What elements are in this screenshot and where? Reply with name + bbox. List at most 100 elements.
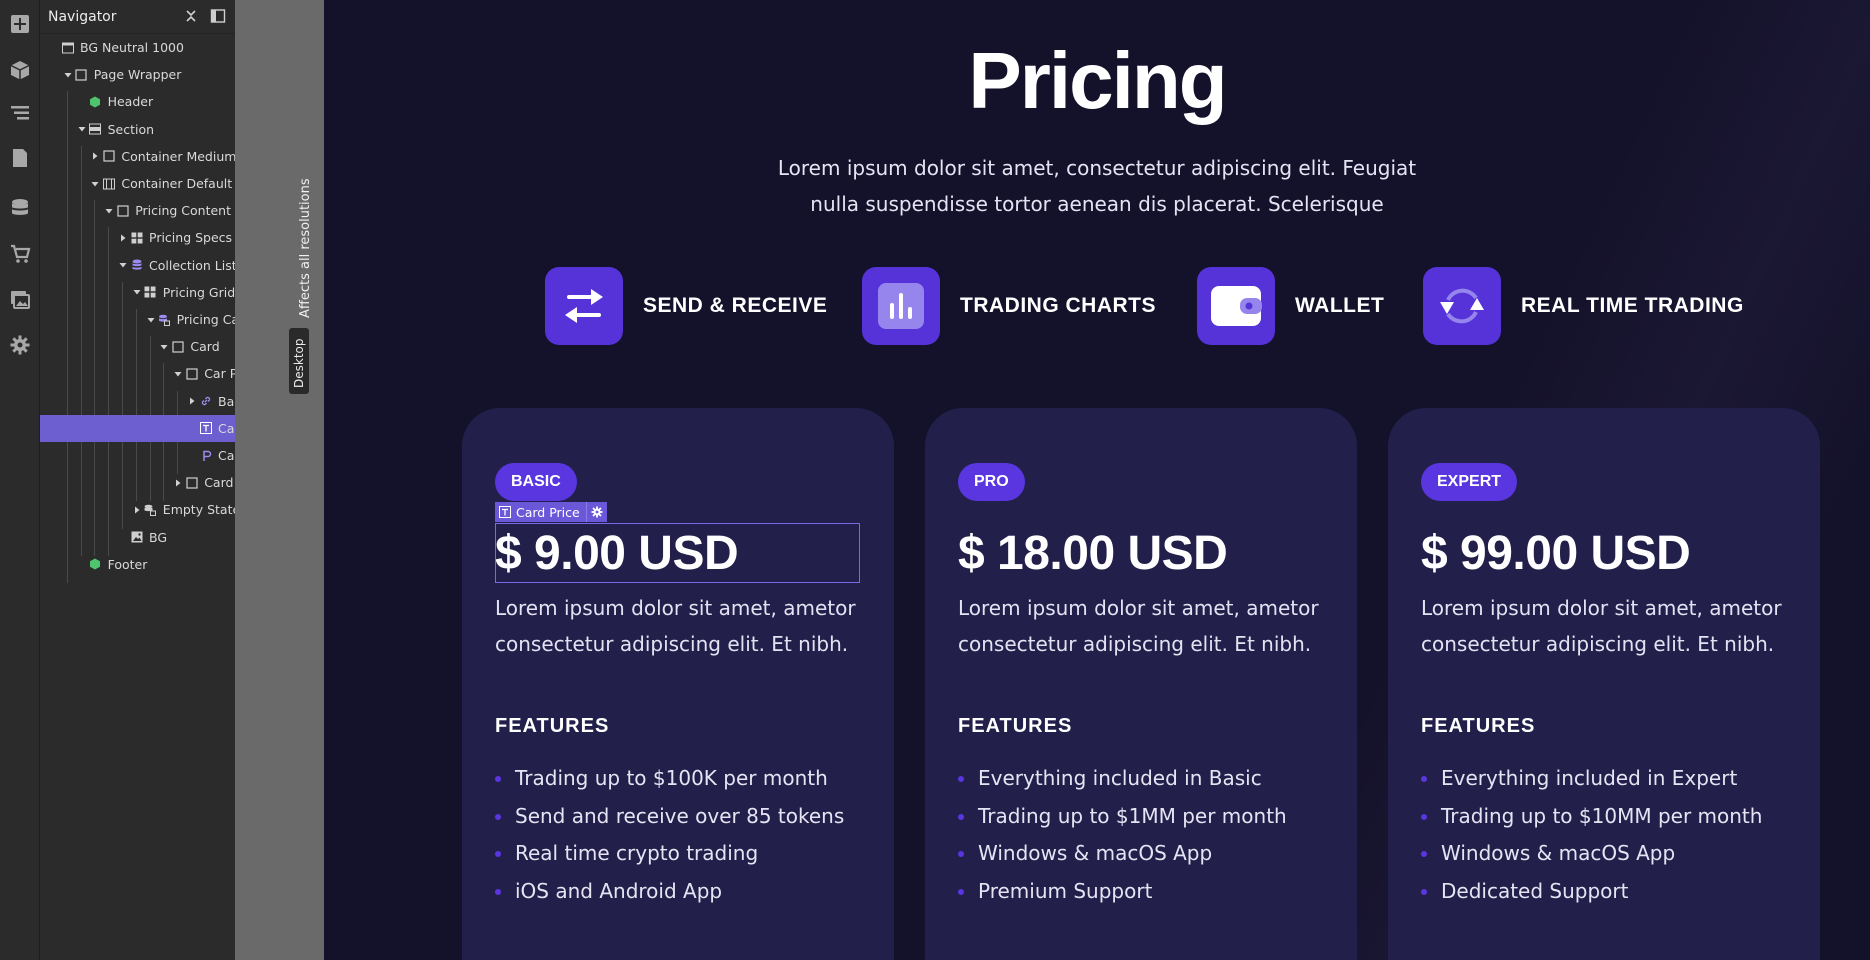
tree-item-label: Pricing Card [176, 312, 235, 327]
chevron-down-icon[interactable] [132, 287, 142, 297]
tree-item[interactable]: Car Pric [40, 360, 235, 387]
div-icon [171, 340, 184, 353]
tree-item[interactable]: Container Medium 66 [40, 143, 235, 170]
components-button[interactable] [0, 50, 39, 90]
chevron-down-icon[interactable] [90, 179, 100, 189]
list-item: Everything included in Expert [1421, 760, 1762, 798]
tree-item[interactable]: Section [40, 116, 235, 143]
chevron-right-icon[interactable] [173, 478, 183, 488]
images-icon [10, 291, 30, 309]
tree-item[interactable]: Pricing Card [40, 306, 235, 333]
tree-item-label: Pricing Grid [162, 284, 235, 300]
tree-item[interactable]: Container Default [40, 170, 235, 197]
chevron-down-icon[interactable] [173, 369, 183, 379]
list-item: Trading up to $1MM per month [958, 798, 1287, 836]
symbol-icon [89, 95, 102, 108]
tree-item-label: Card [218, 448, 235, 463]
container-icon [102, 177, 115, 190]
grid-icon [130, 231, 143, 244]
list-item: Everything included in Basic [958, 760, 1287, 798]
feature-wallet: WALLET [1197, 267, 1384, 345]
tree-item-label: BG [149, 529, 168, 545]
chevron-down-icon[interactable] [104, 206, 114, 216]
list-item: Windows & macOS App [1421, 835, 1762, 873]
navigator-header: Navigator [40, 0, 235, 34]
tree-item[interactable]: Card [40, 333, 235, 360]
tree-item[interactable]: Card [40, 442, 235, 469]
plan-badge[interactable]: BASIC [495, 463, 577, 501]
tree-item[interactable]: Empty State [40, 496, 235, 523]
feature-real-time-trading: REAL TIME TRADING [1423, 267, 1744, 345]
tree-item[interactable]: Header [40, 88, 235, 115]
cms-button[interactable] [0, 188, 39, 228]
page-subtitle: Lorem ipsum dolor sit amet, consectetur … [777, 156, 1417, 216]
breakpoint-tab-label: Desktop [292, 338, 306, 389]
plan-badge[interactable]: PRO [958, 463, 1025, 501]
tree-item-label: Page Wrapper [93, 67, 182, 83]
card-price[interactable]: $ 18.00 USD [958, 526, 1228, 581]
plan-badge[interactable]: EXPERT [1421, 463, 1518, 501]
div-icon [185, 476, 198, 489]
feature-label: TRADING CHARTS [960, 294, 1156, 317]
chevron-down-icon[interactable] [77, 124, 87, 134]
features-heading: FEATURES [1421, 715, 1536, 737]
card-description: Lorem ipsum dolor sit amet, ametor conse… [1421, 596, 1782, 656]
collection-item-icon [158, 313, 171, 326]
chevron-right-icon[interactable] [90, 151, 100, 161]
chevron-right-icon[interactable] [132, 505, 142, 515]
tree-item-label: Container Default [121, 176, 233, 191]
tree-item-label: Badg [218, 393, 235, 409]
tree-item[interactable]: Pricing Content Wra [40, 197, 235, 224]
design-canvas[interactable]: Pricing Lorem ipsum dolor sit amet, cons… [324, 0, 1870, 960]
settings-button[interactable] [0, 325, 39, 365]
selection-outline [495, 523, 860, 583]
chevron-right-icon[interactable] [187, 396, 197, 406]
tree-item[interactable]: Card [40, 414, 235, 442]
add-panel-button[interactable] [0, 4, 39, 44]
list-item: Trading up to $100K per month [495, 760, 844, 798]
empty-state-icon [144, 503, 157, 516]
tree-item[interactable]: Page Wrapper [40, 61, 235, 88]
pricing-card-pro[interactable]: PRO $ 18.00 USD Lorem ipsum dolor sit am… [925, 408, 1357, 960]
features-heading: FEATURES [495, 715, 610, 737]
list-item: Premium Support [958, 873, 1287, 911]
pricing-card-expert[interactable]: EXPERT $ 99.00 USD Lorem ipsum dolor sit… [1388, 408, 1820, 960]
ecommerce-button[interactable] [0, 234, 39, 274]
breakpoint-tab-desktop[interactable]: Desktop [289, 328, 309, 394]
chevron-down-icon[interactable] [118, 260, 128, 270]
tree-item[interactable]: Card Pr [40, 469, 235, 496]
tree-item[interactable]: Pricing Grid [40, 279, 235, 306]
tree-item[interactable]: BG Neutral 1000 [40, 34, 235, 61]
pricing-card-basic[interactable]: BASIC $ 9.00 USD Lorem ipsum dolor sit a… [462, 408, 894, 960]
paragraph-icon [199, 449, 212, 462]
tree-item[interactable]: Badg [40, 388, 235, 415]
dock-panel-icon[interactable] [210, 8, 226, 24]
grid-icon [144, 286, 157, 299]
element-settings-icon[interactable] [585, 502, 607, 522]
link-icon [199, 395, 212, 408]
selection-label[interactable]: Card Price [495, 502, 607, 522]
tree-item[interactable]: Collection List W [40, 252, 235, 279]
tree-item-label: Section [107, 121, 155, 137]
tree-item[interactable]: Footer [40, 551, 235, 578]
tree-item[interactable]: Pricing Specs Gri [40, 224, 235, 251]
navigator-button[interactable] [0, 93, 39, 133]
text-block-icon [499, 506, 511, 518]
tree-item-label: Collection List W [149, 257, 235, 273]
card-price[interactable]: $ 99.00 USD [1421, 526, 1691, 581]
chevron-down-icon[interactable] [159, 342, 169, 352]
assets-button[interactable] [0, 280, 39, 320]
chevron-down-icon[interactable] [63, 70, 73, 80]
tree-item[interactable]: BG [40, 524, 235, 551]
trading-charts-icon [862, 267, 940, 345]
collapse-all-icon[interactable] [183, 8, 199, 24]
cart-icon [10, 244, 30, 263]
pages-button[interactable] [0, 138, 39, 178]
div-icon [75, 68, 88, 81]
chevron-down-icon[interactable] [146, 315, 156, 325]
chevron-right-icon[interactable] [118, 233, 128, 243]
list-item: Send and receive over 85 tokens [495, 798, 844, 836]
